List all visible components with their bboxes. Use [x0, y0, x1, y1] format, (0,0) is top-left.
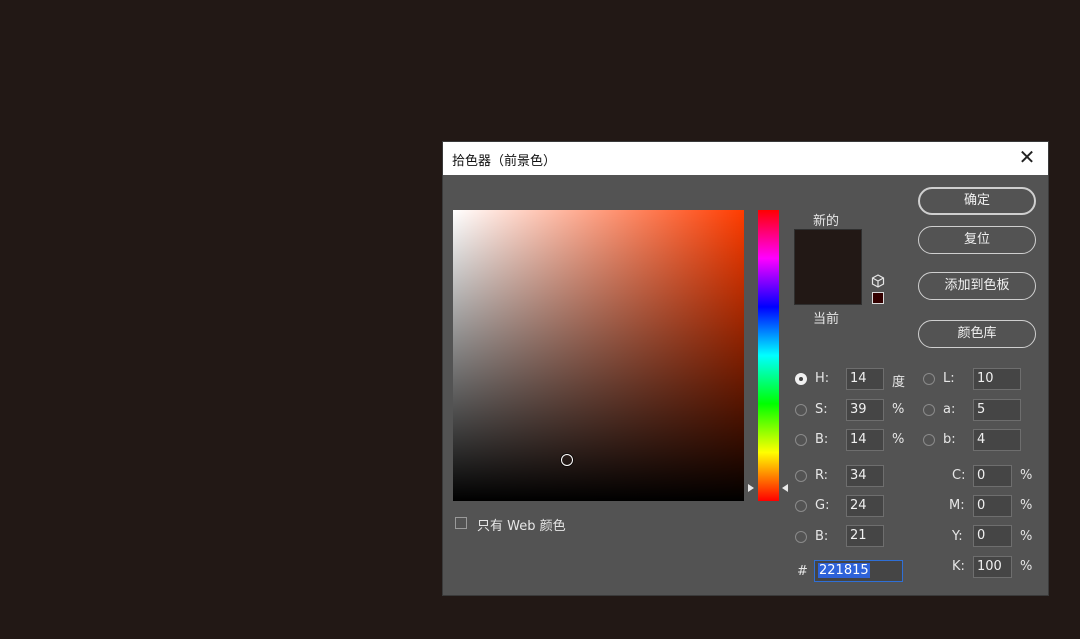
- g-label: G:: [815, 498, 830, 513]
- k-label: K:: [952, 559, 965, 574]
- dialog-title: 拾色器（前景色）: [452, 154, 557, 169]
- s-unit: %: [892, 402, 905, 417]
- g-radio[interactable]: [795, 500, 807, 512]
- k-unit: %: [1020, 559, 1033, 574]
- new-color-swatch: [794, 229, 862, 305]
- lab-a-field[interactable]: 5: [973, 399, 1021, 421]
- h-unit: 度: [892, 375, 906, 390]
- ok-button[interactable]: 确定: [918, 187, 1036, 215]
- lab-a-label: a:: [943, 402, 956, 417]
- lab-b-label: b:: [943, 432, 956, 447]
- l-radio[interactable]: [923, 373, 935, 385]
- hex-value: 221815: [818, 563, 870, 578]
- r-label: R:: [815, 468, 829, 483]
- lab-a-radio[interactable]: [923, 404, 935, 416]
- hue-slider-left-arrow-icon[interactable]: [748, 484, 754, 492]
- s-field[interactable]: 39: [846, 399, 884, 421]
- color-picker-ring[interactable]: [561, 454, 573, 466]
- h-field[interactable]: 14: [846, 368, 884, 390]
- blue-radio[interactable]: [795, 531, 807, 543]
- lab-b-radio[interactable]: [923, 434, 935, 446]
- c-field[interactable]: 0: [973, 465, 1012, 487]
- brightness-field[interactable]: 14: [846, 429, 884, 451]
- web-only-label: 只有 Web 颜色: [477, 519, 566, 534]
- y-unit: %: [1020, 529, 1033, 544]
- hex-field[interactable]: 221815: [814, 560, 903, 582]
- close-icon[interactable]: ✕: [1016, 146, 1038, 168]
- hex-label: #: [797, 564, 808, 579]
- websafe-cube-icon[interactable]: [871, 274, 885, 288]
- brightness-unit: %: [892, 432, 905, 447]
- r-radio[interactable]: [795, 470, 807, 482]
- m-label: M:: [949, 498, 965, 513]
- new-color-label: 新的: [813, 214, 840, 229]
- add-to-swatches-button[interactable]: 添加到色板: [918, 272, 1036, 300]
- color-libraries-button[interactable]: 颜色库: [918, 320, 1036, 348]
- s-label: S:: [815, 402, 828, 417]
- title-bar: 拾色器（前景色） ✕: [443, 142, 1048, 175]
- l-field[interactable]: 10: [973, 368, 1021, 390]
- color-picker-dialog: 拾色器（前景色） ✕ 新的 当前 确定 复位 添加到色板 颜色库 H: 14 度…: [442, 141, 1049, 596]
- brightness-label: B:: [815, 432, 829, 447]
- websafe-color-swatch[interactable]: [872, 292, 884, 304]
- hue-slider-right-arrow-icon[interactable]: [782, 484, 788, 492]
- m-field[interactable]: 0: [973, 495, 1012, 517]
- web-only-checkbox[interactable]: [455, 517, 467, 529]
- blue-label: B:: [815, 529, 829, 544]
- current-color-label: 当前: [813, 312, 840, 327]
- c-unit: %: [1020, 468, 1033, 483]
- l-label: L:: [943, 371, 955, 386]
- h-radio[interactable]: [795, 373, 807, 385]
- hue-slider[interactable]: [758, 210, 779, 501]
- y-field[interactable]: 0: [973, 525, 1012, 547]
- g-field[interactable]: 24: [846, 495, 884, 517]
- reset-button[interactable]: 复位: [918, 226, 1036, 254]
- y-label: Y:: [952, 529, 963, 544]
- h-label: H:: [815, 371, 830, 386]
- lab-b-field[interactable]: 4: [973, 429, 1021, 451]
- c-label: C:: [952, 468, 966, 483]
- color-field[interactable]: [453, 210, 744, 501]
- blue-field[interactable]: 21: [846, 525, 884, 547]
- s-radio[interactable]: [795, 404, 807, 416]
- r-field[interactable]: 34: [846, 465, 884, 487]
- k-field[interactable]: 100: [973, 556, 1012, 578]
- m-unit: %: [1020, 498, 1033, 513]
- brightness-radio[interactable]: [795, 434, 807, 446]
